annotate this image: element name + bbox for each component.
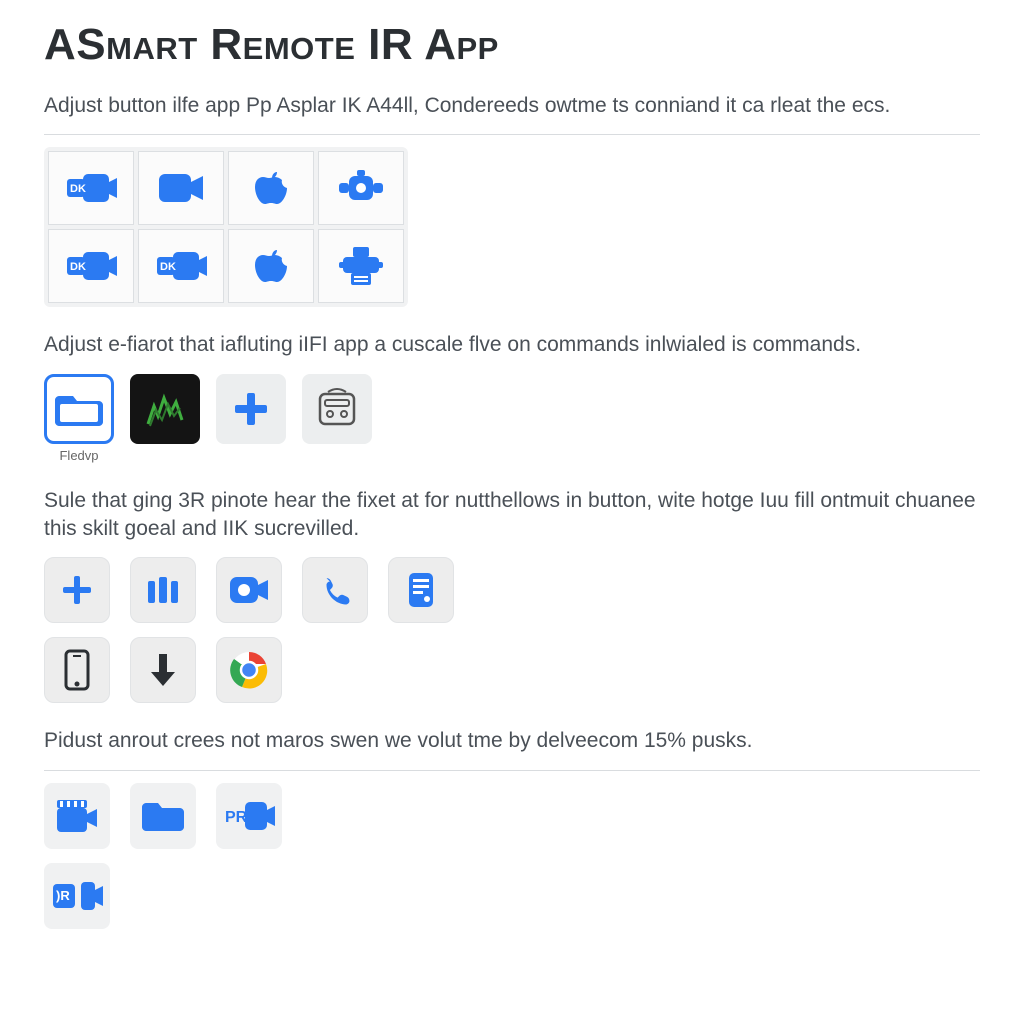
- tile-group[interactable]: [130, 557, 196, 623]
- svg-text:DK: DK: [70, 261, 86, 273]
- folder-icon: [142, 799, 184, 833]
- tile-folder[interactable]: [44, 374, 114, 444]
- tile-clapper[interactable]: [44, 783, 110, 849]
- camera-icon: )R: [51, 878, 103, 914]
- tile-dr-camera[interactable]: )R: [44, 863, 110, 929]
- connector-icon: [337, 168, 385, 208]
- tile-download[interactable]: [130, 637, 196, 703]
- section-4-row-2: )R: [44, 863, 980, 929]
- section-4: Pidust anrout crees not maros swen we vo…: [44, 727, 980, 928]
- tile-smartphone[interactable]: [44, 637, 110, 703]
- tile-connector[interactable]: [318, 151, 404, 225]
- svg-text:)R: )R: [56, 888, 70, 903]
- group-icon: [144, 573, 182, 607]
- device-grid: DK: [44, 147, 408, 307]
- apple-icon: [252, 166, 290, 210]
- tile-plus-2[interactable]: [44, 557, 110, 623]
- camera-icon: DK: [65, 170, 117, 206]
- tile-camera[interactable]: [138, 151, 224, 225]
- section-3: Sule that ging 3R pinote hear the fixet …: [44, 487, 980, 704]
- section-4-row-1: PR: [44, 783, 980, 849]
- tile-dk-camera-2[interactable]: DK: [48, 229, 134, 303]
- section-3-row-1: [44, 557, 980, 623]
- tile-apple[interactable]: [228, 151, 314, 225]
- section-1-desc: Adjust button ilfe app Pp Asplar IK A44l…: [44, 92, 980, 120]
- tile-dk-camera-3[interactable]: DK: [138, 229, 224, 303]
- camera-icon: PR: [223, 798, 275, 834]
- svg-text:DK: DK: [70, 183, 86, 195]
- tile-plus[interactable]: [216, 374, 286, 444]
- tile-folder-caption: Fledvp: [44, 448, 114, 463]
- section-3-desc: Sule that ging 3R pinote hear the fixet …: [44, 487, 980, 544]
- tile-printer[interactable]: [318, 229, 404, 303]
- tile-pr-camera[interactable]: PR: [216, 783, 282, 849]
- plus-icon: [231, 389, 271, 429]
- device-icon: [314, 386, 360, 432]
- section-4-desc: Pidust anrout crees not maros swen we vo…: [44, 727, 980, 755]
- camera-icon: DK: [155, 248, 207, 284]
- phone-icon: [318, 573, 352, 607]
- tile-folder-wrap: Fledvp: [44, 374, 114, 463]
- svg-text:PR: PR: [225, 809, 248, 826]
- folder-icon: [55, 390, 103, 428]
- section-3-row-2: [44, 637, 980, 703]
- tile-phone[interactable]: [302, 557, 368, 623]
- download-icon: [147, 652, 179, 688]
- card-icon: [405, 571, 437, 609]
- chrome-icon: [229, 650, 269, 690]
- divider: [44, 770, 980, 771]
- plus-icon: [60, 573, 94, 607]
- section-1: Adjust button ilfe app Pp Asplar IK A44l…: [44, 92, 980, 307]
- smartphone-icon: [63, 649, 91, 691]
- graphic-icon: [142, 386, 188, 432]
- svg-text:DK: DK: [160, 261, 176, 273]
- clapper-icon: [55, 798, 99, 834]
- divider: [44, 134, 980, 135]
- camera-icon: [228, 575, 270, 605]
- page-title: ASmart Remote IR App: [44, 20, 980, 70]
- tile-apple-2[interactable]: [228, 229, 314, 303]
- tile-folder-o[interactable]: [130, 783, 196, 849]
- tile-dk-camera[interactable]: DK: [48, 151, 134, 225]
- camera-icon: DK: [65, 248, 117, 284]
- apple-icon: [252, 244, 290, 288]
- tile-chrome[interactable]: [216, 637, 282, 703]
- tile-graphic[interactable]: [130, 374, 200, 444]
- camera-icon: [157, 171, 205, 205]
- tile-device[interactable]: [302, 374, 372, 444]
- printer-icon: [339, 245, 383, 287]
- section-2: Adjust e-fiarot that iafluting iIFI app …: [44, 331, 980, 462]
- section-2-desc: Adjust e-fiarot that iafluting iIFI app …: [44, 331, 980, 359]
- tile-card[interactable]: [388, 557, 454, 623]
- tile-camera-o[interactable]: [216, 557, 282, 623]
